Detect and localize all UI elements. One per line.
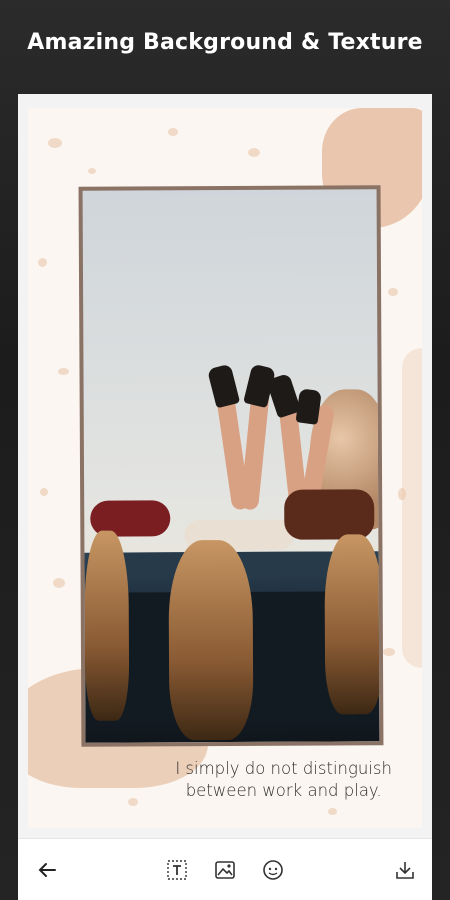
texture-speck [328,808,337,815]
save-button[interactable] [390,855,420,885]
download-icon [396,862,414,879]
image-icon [215,861,235,879]
texture-speck [398,488,406,500]
boot [295,388,322,425]
sticker-icon [263,860,283,880]
add-sticker-button[interactable] [258,855,288,885]
leg [240,389,270,511]
boot [207,363,241,409]
texture-speck [58,368,69,375]
text-box-icon [167,860,187,880]
texture-speck [40,488,48,496]
texture-speck [38,258,47,267]
texture-speck [168,128,178,136]
texture-speck [88,168,96,174]
hair [168,539,254,741]
add-text-button[interactable] [162,855,192,885]
app-screen: I simply do not distinguish between work… [18,94,432,900]
back-arrow-icon [38,863,56,877]
hair [84,530,130,721]
shirt [284,489,375,540]
texture-speck [48,138,62,148]
texture-speck [248,148,260,157]
photo [82,189,380,743]
texture-speck [383,648,395,656]
photo-frame[interactable] [78,185,384,747]
texture-blob-right [402,348,422,668]
quote-text[interactable]: I simply do not distinguish between work… [175,758,392,802]
back-button[interactable] [32,855,62,885]
texture-speck [388,288,398,296]
quote-line-1: I simply do not distinguish [175,759,392,778]
hair [324,534,380,715]
design-canvas[interactable]: I simply do not distinguish between work… [28,108,422,828]
texture-speck [53,578,65,588]
bottom-toolbar [18,838,432,900]
texture-speck [128,798,138,806]
quote-line-2: between work and play. [185,781,382,800]
promo-headline: Amazing Background & Texture [27,30,423,55]
add-image-button[interactable] [210,855,240,885]
